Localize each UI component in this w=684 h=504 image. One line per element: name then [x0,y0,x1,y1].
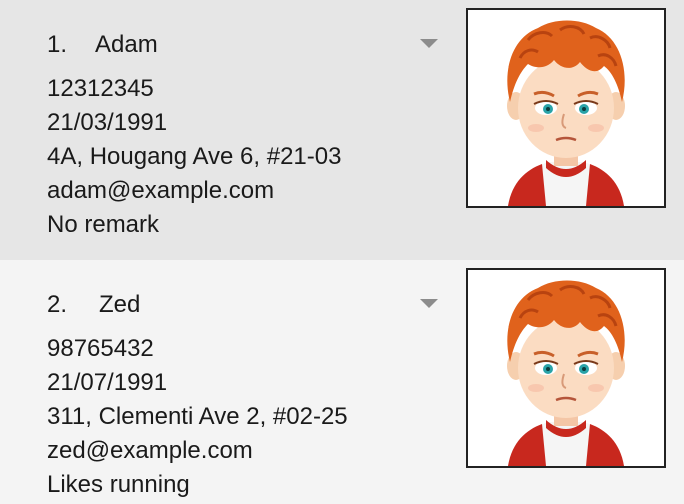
chevron-down-icon[interactable] [420,299,438,308]
person-remark: Likes running [47,471,190,498]
cartoon-boy-avatar-icon [468,10,664,206]
person-name: Adam [95,31,158,58]
person-name-row: 2. Zed [47,291,140,319]
person-name-row: 1. Adam [47,31,158,59]
person-name: Zed [99,291,141,318]
person-address: 4A, Hougang Ave 6, #21-03 [47,143,342,170]
person-remark: No remark [47,211,160,238]
avatar [466,8,666,208]
person-email: zed@example.com [47,437,253,464]
person-phone: 12312345 [47,75,154,102]
cartoon-boy-avatar-icon [468,270,664,466]
person-index: 2. [47,291,68,318]
person-index: 1. [47,31,68,58]
avatar [466,268,666,468]
person-address: 311, Clementi Ave 2, #02-25 [47,403,348,430]
person-email: adam@example.com [47,177,275,204]
person-list: 1. Adam 12312345 21/03/1991 4A, Hougang A… [0,0,684,504]
person-card[interactable]: 1. Adam 12312345 21/03/1991 4A, Hougang A… [0,0,684,260]
person-birthday: 21/03/1991 [47,109,168,136]
chevron-down-icon[interactable] [420,39,438,48]
person-phone: 98765432 [47,335,154,362]
person-birthday: 21/07/1991 [47,369,168,396]
person-card[interactable]: 2. Zed 98765432 21/07/1991 311, Clementi … [0,260,684,504]
